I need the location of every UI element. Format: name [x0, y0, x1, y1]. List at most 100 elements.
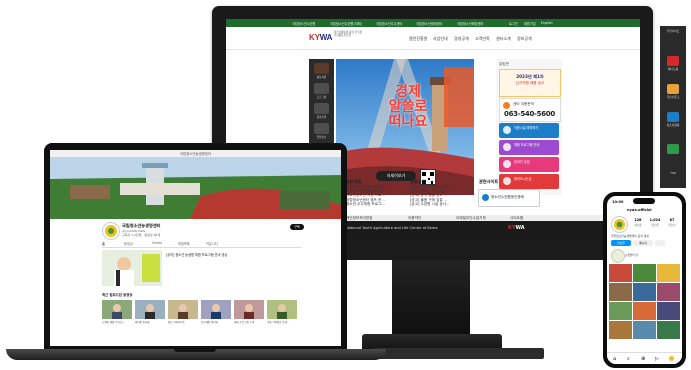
- nav-item[interactable]: 센터소개: [496, 36, 511, 42]
- video-title[interactable]: 생태 프로그램 소개: [234, 321, 265, 324]
- video-title[interactable]: 진로체험 인터뷰: [201, 321, 232, 324]
- channel-avatar[interactable]: [102, 222, 120, 240]
- post-thumbnail[interactable]: [633, 264, 656, 282]
- featured-video-thumbnail[interactable]: [102, 250, 162, 286]
- related-site-banner[interactable]: 청소년수련활동인증제: [478, 189, 540, 207]
- nav-item[interactable]: 열린진흥원: [409, 36, 427, 42]
- tab-shorts[interactable]: Shorts: [152, 241, 162, 245]
- follow-button[interactable]: 팔로우: [611, 240, 631, 246]
- quick-button[interactable]: 온라인 상담: [499, 157, 559, 172]
- post-thumbnail[interactable]: [633, 283, 656, 301]
- quick-menu-icon[interactable]: [314, 63, 329, 74]
- quick-menu-label: 활동지원: [316, 76, 327, 79]
- search-icon[interactable]: ⌕: [627, 356, 630, 362]
- quick-menu-icon[interactable]: [314, 123, 329, 134]
- footer-link[interactable]: 이메일무단수집거부: [456, 216, 486, 220]
- activity-icon[interactable]: [667, 112, 679, 122]
- quick-button-label: 찾아오시는길: [514, 177, 532, 181]
- video-thumbnail[interactable]: [135, 300, 165, 319]
- notice-title: 2023년 제1차: [516, 74, 544, 79]
- bottom-nav: ⌂ ⌕ ⊕ ▷: [607, 352, 682, 364]
- video-title[interactable]: 센터장 인사말: [135, 321, 166, 324]
- bid-item[interactable]: [공고] 수련원 시설 공사...: [410, 202, 470, 206]
- video-thumbnail[interactable]: [102, 300, 132, 319]
- quick-menu-label: 통합검색: [316, 116, 327, 119]
- footer-link[interactable]: 사이트맵: [510, 216, 523, 220]
- instagram-profile-screen: 10:00 nyaa.official 128 1,024 87 게시물 팔로워…: [607, 196, 682, 364]
- banner-icon[interactable]: [667, 56, 679, 66]
- complaint-icon[interactable]: [667, 84, 679, 94]
- tab-home[interactable]: 홈: [102, 241, 105, 246]
- post-thumbnail[interactable]: [609, 283, 632, 301]
- video-thumbnail[interactable]: [267, 300, 297, 319]
- story-highlight[interactable]: [611, 249, 625, 263]
- subscribe-button[interactable]: 구독: [290, 224, 304, 230]
- post-thumbnail[interactable]: [609, 264, 632, 282]
- nav-item[interactable]: 사업안내: [433, 36, 448, 42]
- post-thumbnail[interactable]: [633, 302, 656, 320]
- nav-item[interactable]: 고객만족: [475, 36, 490, 42]
- post-thumbnail[interactable]: [633, 321, 656, 339]
- reels-icon[interactable]: ▷: [655, 356, 659, 362]
- scroll-top-button[interactable]: TOP: [660, 171, 686, 175]
- video-title[interactable]: 주말 가족캠프 안내: [267, 321, 298, 324]
- footer-link[interactable]: 개인정보처리방침: [346, 216, 372, 220]
- news-item[interactable]: 청소년 우주체험 프로그...: [346, 202, 406, 206]
- logo-subtitle: 청소년활동의 중심 한국청소년활동진흥원: [334, 31, 362, 37]
- util-link[interactable]: English: [541, 21, 553, 25]
- post-thumbnail[interactable]: [657, 264, 680, 282]
- video-thumbnail[interactable]: [201, 300, 231, 319]
- quick-button[interactable]: 이용시설 예약하기: [499, 123, 559, 138]
- stat-label: 팔로잉: [668, 224, 676, 227]
- post-thumbnail[interactable]: [657, 283, 680, 301]
- featured-video-title[interactable]: [공지] 청소년 농생명 체험 프로그램 안내 영상: [166, 252, 286, 257]
- related-site-label: 청소년수련활동인증제: [491, 195, 525, 199]
- tab-community[interactable]: 커뮤니티: [206, 241, 218, 246]
- quick-menu-icon[interactable]: [314, 83, 329, 94]
- util-link[interactable]: 회원가입: [524, 21, 536, 26]
- nav-item[interactable]: 정보공개: [517, 36, 532, 42]
- site-logo[interactable]: KYWA: [309, 33, 332, 42]
- post-thumbnail[interactable]: [657, 321, 680, 339]
- top-link[interactable]: 국립청소년생태센터: [416, 21, 442, 26]
- quick-button-label: 온라인 상담: [514, 160, 530, 164]
- certification-icon: [482, 194, 489, 201]
- post-thumbnail[interactable]: [609, 302, 632, 320]
- video-thumbnail[interactable]: [168, 300, 198, 319]
- top-link[interactable]: 국립청소년우주센터: [376, 21, 402, 26]
- top-links-bar: 국립청소년수련원 국립청소년수련원(미래) 국립청소년우주센터 국립청소년생태센…: [226, 19, 640, 27]
- channel-meta: 구독자 1.2천명 · 동영상 86개: [122, 233, 161, 237]
- tab-playlists[interactable]: 재생목록: [178, 241, 190, 246]
- status-time: 10:00: [612, 200, 624, 204]
- phone-icon: [503, 102, 510, 109]
- quick-button[interactable]: 체험 프로그램 안내: [499, 140, 559, 155]
- post-thumbnail[interactable]: [609, 321, 632, 339]
- dynamic-island: [633, 198, 655, 204]
- quick-button[interactable]: 찾아오시는길: [499, 174, 559, 189]
- home-icon[interactable]: ⌂: [613, 356, 616, 362]
- video-title[interactable]: 농생명 체험 브이로그: [102, 321, 133, 324]
- quick-menu-icon[interactable]: [314, 103, 329, 114]
- recent-videos-title: 최근 업로드된 동영상: [102, 293, 133, 297]
- message-button[interactable]: 메시지: [633, 240, 653, 246]
- video-thumbnail[interactable]: [234, 300, 264, 319]
- util-link[interactable]: 로그인: [509, 21, 518, 26]
- eco-icon[interactable]: [667, 144, 679, 154]
- nav-item[interactable]: 경영공개: [454, 36, 469, 42]
- profile-icon[interactable]: [669, 356, 674, 361]
- top-link[interactable]: 국립청소년수련원(미래): [330, 21, 362, 26]
- video-title[interactable]: 캠프 하이라이트: [168, 321, 199, 324]
- post-thumbnail[interactable]: [657, 302, 680, 320]
- top-link[interactable]: 국립청소년해양센터: [457, 21, 483, 26]
- monitor-stand: [392, 260, 470, 334]
- footer-link[interactable]: 이용약관: [408, 216, 421, 220]
- profile-avatar[interactable]: [611, 216, 628, 233]
- news-title: 관련사이트: [479, 179, 499, 184]
- add-post-icon[interactable]: ⊕: [641, 356, 645, 362]
- hero-banner[interactable]: 경제 알쓸로 떠나요 자세히보기: [336, 59, 474, 195]
- top-link[interactable]: 국립청소년수련원: [292, 21, 315, 26]
- add-friend-button[interactable]: [655, 240, 665, 246]
- tab-videos[interactable]: 동영상: [124, 241, 133, 246]
- recruit-notice[interactable]: 2023년 제1차 신규직원 채용 공고: [499, 69, 561, 97]
- map-pin-icon: [503, 177, 511, 185]
